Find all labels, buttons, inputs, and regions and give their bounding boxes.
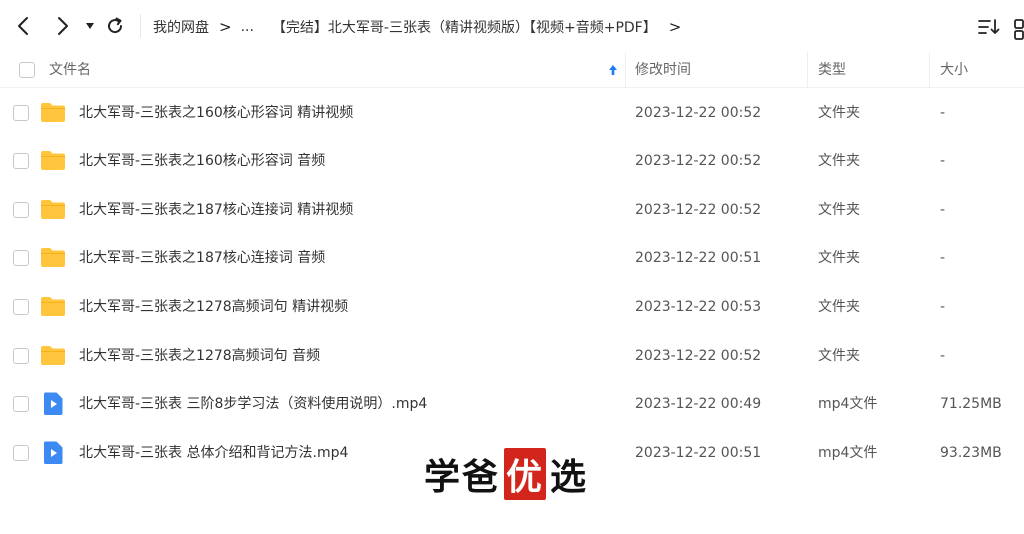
- folder-icon: [40, 295, 66, 317]
- file-size: -: [940, 153, 946, 170]
- file-size: 93.23MB: [940, 444, 1002, 461]
- watermark-text: 选: [550, 456, 589, 498]
- file-row[interactable]: 北大军哥-三张表 三阶8步学习法（资料使用说明）.mp4 2023-12-22 0…: [0, 380, 1024, 429]
- file-type: 文件夹: [818, 250, 860, 267]
- row-checkbox[interactable]: [13, 104, 29, 121]
- row-checkbox[interactable]: [13, 298, 29, 315]
- watermark-logo: 学爸 优 选: [424, 448, 588, 500]
- file-size: -: [940, 347, 946, 364]
- sort-list-icon: [978, 19, 1000, 34]
- breadcrumb-current[interactable]: 【完结】北大军哥-三张表（精讲视频版）【视频+音频+PDF】: [272, 17, 657, 37]
- file-row[interactable]: 北大军哥-三张表之187核心连接词 音频 2023-12-22 00:51 文件夹 -: [0, 234, 1024, 283]
- back-button[interactable]: [12, 14, 36, 38]
- refresh-button[interactable]: [105, 16, 125, 36]
- row-checkbox[interactable]: [13, 201, 29, 218]
- file-name[interactable]: 北大军哥-三张表之1278高频词句 音频: [79, 332, 320, 381]
- file-modified-time: 2023-12-22 00:52: [635, 201, 762, 218]
- file-size: -: [940, 201, 946, 218]
- file-row[interactable]: 北大军哥-三张表之160核心形容词 音频 2023-12-22 00:52 文件夹 -: [0, 137, 1024, 186]
- folder-icon: [40, 101, 66, 123]
- file-type: 文件夹: [818, 201, 860, 218]
- file-modified-time: 2023-12-22 00:52: [635, 153, 762, 170]
- file-size: -: [940, 250, 946, 267]
- file-name[interactable]: 北大军哥-三张表之160核心形容词 音频: [79, 137, 325, 186]
- file-modified-time: 2023-12-22 00:51: [635, 250, 762, 267]
- file-row[interactable]: 北大军哥-三张表之1278高频词句 音频 2023-12-22 00:52 文件夹 -: [0, 332, 1024, 381]
- breadcrumb-more-button[interactable]: >: [669, 18, 682, 36]
- breadcrumb-ellipsis[interactable]: ...: [241, 19, 254, 35]
- row-checkbox[interactable]: [13, 153, 29, 170]
- folder-icon: [40, 246, 66, 268]
- column-header-time[interactable]: 修改时间: [635, 52, 691, 88]
- chevron-right-icon: [58, 17, 68, 35]
- video-file-icon: [42, 441, 64, 465]
- file-name[interactable]: 北大军哥-三张表之160核心形容词 精讲视频: [79, 89, 353, 138]
- file-size: -: [940, 104, 946, 121]
- sort-ascending-icon[interactable]: [606, 63, 620, 77]
- column-divider[interactable]: [929, 52, 930, 88]
- column-header-type[interactable]: 类型: [818, 52, 846, 88]
- file-row[interactable]: 北大军哥-三张表之1278高频词句 精讲视频 2023-12-22 00:53 文件…: [0, 283, 1024, 332]
- breadcrumb-root[interactable]: 我的网盘: [153, 17, 209, 37]
- file-size: -: [940, 298, 946, 315]
- file-row[interactable]: 北大军哥-三张表之187核心连接词 精讲视频 2023-12-22 00:52 文件…: [0, 186, 1024, 235]
- row-checkbox[interactable]: [13, 347, 29, 364]
- row-checkbox[interactable]: [13, 444, 29, 461]
- toolbar: 我的网盘 > ... > 【完结】北大军哥-三张表（精讲视频版）【视频+音频+P…: [0, 0, 1024, 52]
- folder-icon: [40, 149, 66, 171]
- column-header-name[interactable]: 文件名: [49, 52, 91, 88]
- grid-view-icon: [1014, 19, 1024, 40]
- file-type: 文件夹: [818, 104, 860, 121]
- history-dropdown-button[interactable]: [84, 20, 96, 32]
- breadcrumb: 我的网盘 > ... > 【完结】北大军哥-三张表（精讲视频版）【视频+音频+P…: [153, 17, 690, 37]
- file-row[interactable]: 北大军哥-三张表之160核心形容词 精讲视频 2023-12-22 00:52 文件…: [0, 89, 1024, 138]
- file-type: 文件夹: [818, 153, 860, 170]
- file-type: mp4文件: [818, 444, 878, 461]
- file-name[interactable]: 北大军哥-三张表 总体介绍和背记方法.mp4: [79, 429, 348, 478]
- breadcrumb-separator: >: [219, 18, 232, 36]
- toolbar-divider: [140, 14, 141, 38]
- forward-button[interactable]: [50, 14, 74, 38]
- file-name[interactable]: 北大军哥-三张表之1278高频词句 精讲视频: [79, 283, 348, 332]
- column-header-size[interactable]: 大小: [940, 52, 968, 88]
- folder-icon: [40, 344, 66, 366]
- file-name[interactable]: 北大军哥-三张表 三阶8步学习法（资料使用说明）.mp4: [79, 380, 427, 429]
- watermark-highlight: 优: [504, 448, 547, 500]
- file-modified-time: 2023-12-22 00:53: [635, 298, 762, 315]
- column-divider[interactable]: [625, 52, 626, 88]
- file-name[interactable]: 北大军哥-三张表之187核心连接词 音频: [79, 234, 325, 283]
- file-name[interactable]: 北大军哥-三张表之187核心连接词 精讲视频: [79, 186, 353, 235]
- sort-options-button[interactable]: [978, 18, 1000, 36]
- file-type: mp4文件: [818, 396, 878, 413]
- video-file-icon: [42, 392, 64, 416]
- file-modified-time: 2023-12-22 00:52: [635, 104, 762, 121]
- file-modified-time: 2023-12-22 00:51: [635, 444, 762, 461]
- view-mode-button[interactable]: [1014, 17, 1024, 41]
- row-checkbox[interactable]: [13, 396, 29, 413]
- watermark-text: 学爸: [424, 456, 501, 498]
- file-modified-time: 2023-12-22 00:52: [635, 347, 762, 364]
- file-modified-time: 2023-12-22 00:49: [635, 396, 762, 413]
- select-all-checkbox[interactable]: [19, 62, 35, 78]
- caret-down-icon: [86, 23, 94, 29]
- refresh-icon: [108, 17, 123, 34]
- folder-icon: [40, 198, 66, 220]
- file-type: 文件夹: [818, 298, 860, 315]
- file-type: 文件夹: [818, 347, 860, 364]
- column-divider[interactable]: [807, 52, 808, 88]
- file-list-header: 文件名 修改时间 类型 大小: [0, 52, 1024, 88]
- row-checkbox[interactable]: [13, 250, 29, 267]
- file-size: 71.25MB: [940, 396, 1002, 413]
- chevron-left-icon: [18, 17, 28, 35]
